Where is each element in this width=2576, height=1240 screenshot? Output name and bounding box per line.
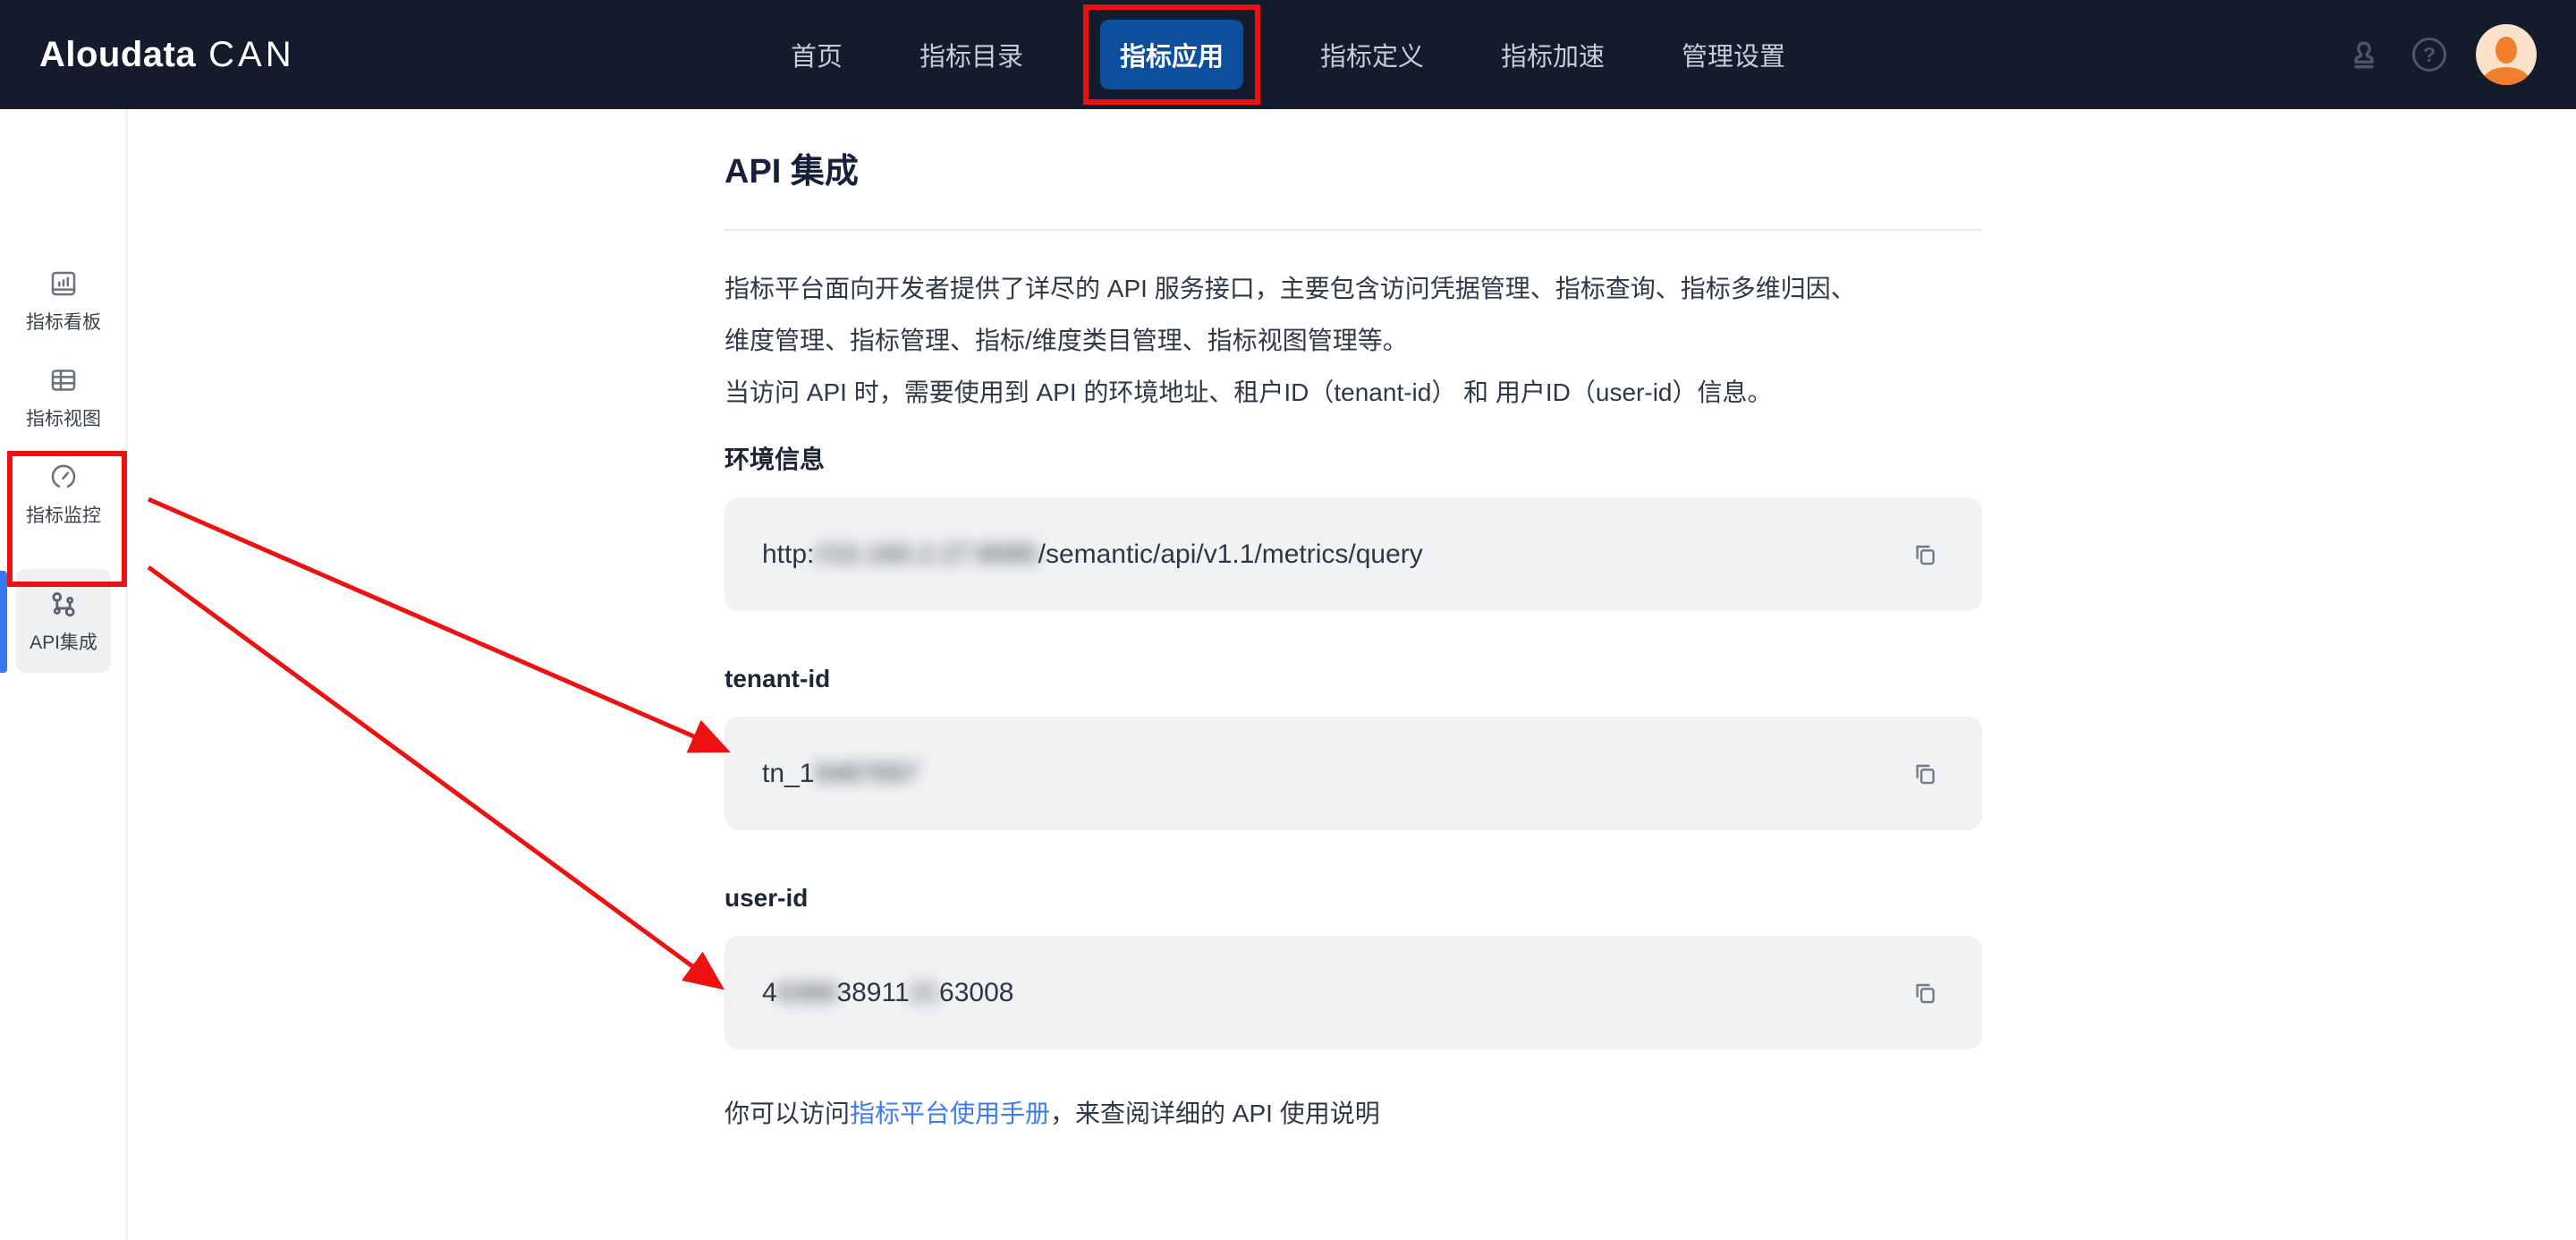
nav-item-admin-settings[interactable]: 管理设置 — [1682, 36, 1785, 73]
app-logo: Aloudata CAN — [39, 35, 295, 75]
sidebar-item-api-integration[interactable]: API集成 — [16, 569, 111, 673]
copy-button[interactable] — [1905, 535, 1945, 574]
user-id-field: 46366389112163008 — [724, 936, 1982, 1049]
value-segment: 38911 — [836, 978, 909, 1007]
user-avatar[interactable] — [2476, 24, 2537, 85]
brand-suffix: CAN — [208, 35, 294, 75]
sidebar-item-metric-dashboard[interactable]: 指标看板 — [16, 256, 111, 345]
nav-item-metric-catalog[interactable]: 指标目录 — [919, 36, 1023, 73]
api-integration-page: API 集成 指标平台面向开发者提供了详尽的 API 服务接口，主要包含访问凭据… — [724, 109, 1982, 1134]
nav-item-metric-definition[interactable]: 指标定义 — [1320, 36, 1424, 73]
sidebar-item-label: 指标看板 — [26, 308, 101, 335]
left-sidebar: 指标看板 指标视图 指标监控 API集成 — [0, 109, 127, 1240]
tenant-id-value: tn_19487697 — [762, 759, 919, 789]
value-segment: tn_1 — [762, 759, 814, 788]
stamp-icon-glyph — [2345, 36, 2383, 73]
api-flow-icon — [47, 588, 80, 620]
manual-footnote: 你可以访问指标平台使用手册，来查阅详细的 API 使用说明 — [724, 1094, 1982, 1134]
page-description: 指标平台面向开发者提供了详尽的 API 服务接口，主要包含访问凭据管理、指标查询… — [724, 263, 1982, 419]
value-segment: http: — [762, 539, 814, 569]
tenant-id-field: tn_19487697 — [724, 717, 1982, 830]
nav-item-metric-app[interactable]: 指标应用 — [1100, 20, 1243, 89]
main-panel: API 集成 指标平台面向开发者提供了详尽的 API 服务接口，主要包含访问凭据… — [127, 109, 2576, 1240]
blurred-segment: 6366 — [777, 978, 837, 1007]
sidebar-item-label: 指标监控 — [26, 501, 101, 528]
sidebar-item-metric-monitor[interactable]: 指标监控 — [16, 449, 111, 539]
env-url-value: http://10.160.2.27:8085/semantic/api/v1.… — [762, 539, 1423, 570]
nav-item-metric-acceleration[interactable]: 指标加速 — [1501, 36, 1605, 73]
value-segment: 63008 — [939, 978, 1013, 1007]
blurred-segment: //10.160.2.27:8085 — [814, 539, 1038, 569]
env-url-field: http://10.160.2.27:8085/semantic/api/v1.… — [724, 497, 1982, 611]
table-icon — [47, 364, 80, 396]
dashboard-icon — [47, 268, 80, 300]
blurred-segment: 9487697 — [814, 759, 919, 788]
help-icon-glyph: ? — [2412, 38, 2446, 72]
page-title: API 集成 — [724, 149, 1982, 195]
value-segment: 4 — [762, 978, 777, 1007]
footnote-post: ，来查阅详细的 API 使用说明 — [1050, 1100, 1380, 1127]
active-item-indicator — [0, 571, 7, 673]
navbar-right-icons: ? — [2345, 24, 2537, 85]
nav-item-home[interactable]: 首页 — [791, 36, 843, 73]
footnote-pre: 你可以访问 — [724, 1100, 850, 1127]
description-line: 指标平台面向开发者提供了详尽的 API 服务接口，主要包含访问凭据管理、指标查询… — [724, 263, 1982, 315]
sidebar-item-metric-view[interactable]: 指标视图 — [16, 352, 111, 442]
title-divider — [724, 229, 1982, 231]
section-label-user-id: user-id — [724, 879, 1982, 918]
value-segment: /semantic/api/v1.1/metrics/query — [1038, 539, 1423, 569]
description-line: 维度管理、指标管理、指标/维度类目管理、指标视图管理等。 — [724, 315, 1982, 367]
user-id-value: 46366389112163008 — [762, 978, 1013, 1008]
brand-name: Aloudata — [39, 35, 196, 75]
copy-button[interactable] — [1905, 973, 1945, 1013]
primary-nav: 首页 指标目录 指标应用 指标定义 指标加速 管理设置 — [791, 0, 1785, 109]
sidebar-item-label: 指标视图 — [26, 404, 101, 431]
stamp-icon[interactable] — [2345, 36, 2383, 73]
copy-button[interactable] — [1905, 754, 1945, 794]
copy-icon — [1909, 539, 1941, 571]
description-line: 当访问 API 时，需要使用到 API 的环境地址、租户ID（tenant-id… — [724, 367, 1982, 419]
help-icon[interactable]: ? — [2412, 38, 2446, 72]
avatar-head-shape — [2496, 37, 2517, 64]
avatar-body-shape — [2482, 67, 2530, 85]
section-label-env: 环境信息 — [724, 440, 1982, 480]
nav-item-metric-app-wrap: 指标应用 — [1100, 20, 1243, 89]
copy-icon — [1909, 758, 1941, 790]
manual-link[interactable]: 指标平台使用手册 — [850, 1100, 1050, 1127]
gauge-icon — [47, 461, 80, 493]
section-label-tenant-id: tenant-id — [724, 659, 1982, 699]
blurred-segment: 21 — [910, 978, 939, 1007]
copy-icon — [1909, 977, 1941, 1009]
top-navbar: Aloudata CAN 首页 指标目录 指标应用 指标定义 指标加速 管理设置… — [0, 0, 2576, 109]
sidebar-item-label: API集成 — [30, 628, 97, 655]
